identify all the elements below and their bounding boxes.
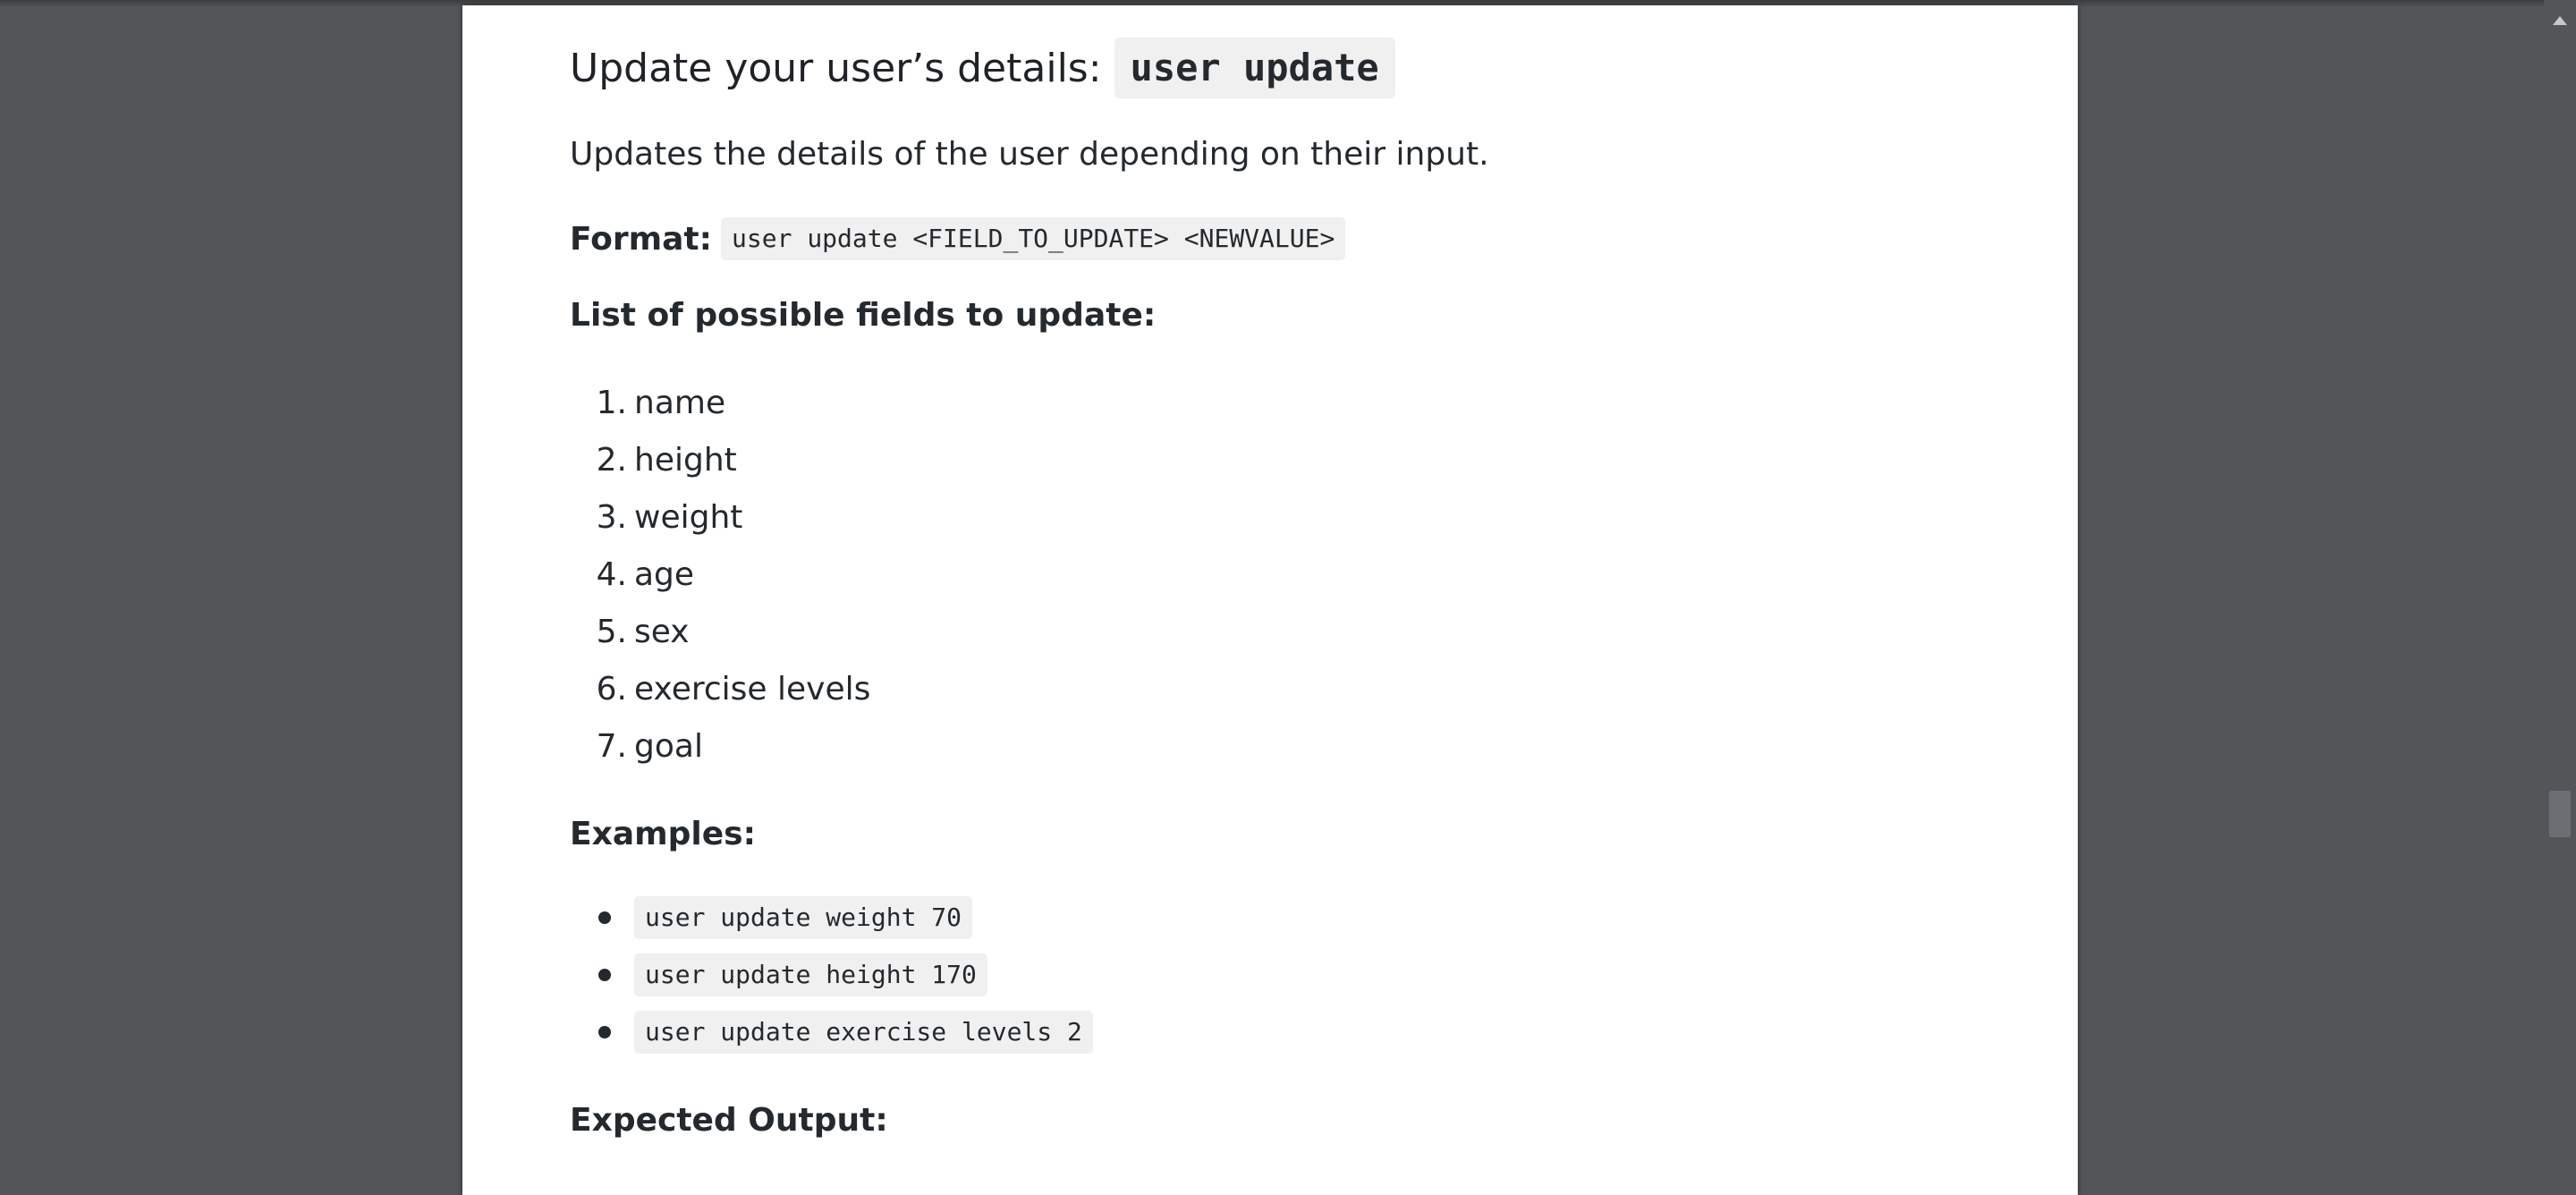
list-item-label: weight (634, 498, 743, 536)
list-item: 1. name (570, 374, 870, 431)
list-item-number: 3. (596, 498, 627, 536)
list-item-label: goal (634, 727, 703, 765)
example-code: user update exercise levels 2 (634, 1011, 1093, 1054)
fields-list-title: List of possible fields to update: (570, 297, 1157, 334)
list-item: 7. goal (570, 717, 870, 775)
vertical-scrollbar[interactable] (2544, 0, 2576, 1182)
list-item: 2. height (570, 431, 870, 488)
examples-title: Examples: (570, 816, 756, 852)
section-description: Updates the details of the user dependin… (570, 136, 1489, 173)
list-item-label: age (634, 555, 695, 593)
list-item-number: 6. (596, 670, 627, 708)
bullet-icon (598, 911, 611, 924)
list-item-number: 2. (596, 441, 627, 479)
example-item: user update weight 70 (570, 889, 1093, 946)
format-code: user update <FIELD_TO_UPDATE> <NEWVALUE> (721, 217, 1346, 260)
document-viewer: Update your user’s details: user update … (0, 0, 2576, 1195)
format-line: Format: user update <FIELD_TO_UPDATE> <N… (570, 216, 1346, 261)
list-item: 3. weight (570, 488, 870, 546)
example-code: user update height 170 (634, 953, 987, 996)
expected-output-title: Expected Output: (570, 1102, 888, 1139)
heading-text: Update your user’s details: (570, 45, 1102, 91)
example-item: user update exercise levels 2 (570, 1004, 1093, 1061)
list-item-label: height (634, 441, 737, 479)
list-item: 4. age (570, 546, 870, 603)
list-item: 5. sex (570, 603, 870, 660)
list-item-number: 1. (596, 384, 627, 421)
chevron-up-icon[interactable] (2553, 16, 2567, 25)
list-item-label: sex (634, 613, 690, 650)
fields-list: 1. name 2. height 3. weight 4. age 5. sex 6. e… (570, 374, 871, 775)
document-page: Update your user’s details: user update … (462, 5, 2078, 1195)
bullet-icon (598, 969, 611, 981)
bullet-icon (598, 1026, 611, 1038)
list-item-label: name (634, 384, 726, 421)
format-label: Format: (570, 220, 713, 258)
example-item: user update height 170 (570, 946, 1093, 1004)
heading-command-code: user update (1114, 38, 1395, 98)
list-item-number: 5. (596, 613, 627, 650)
list-item-number: 7. (596, 727, 627, 765)
scrollbar-thumb[interactable] (2549, 791, 2571, 837)
list-item-number: 4. (596, 555, 627, 593)
examples-list: user update weight 70 user update height… (570, 889, 1093, 1061)
list-item-label: exercise levels (634, 670, 871, 708)
list-item: 6. exercise levels (570, 660, 871, 717)
section-heading: Update your user’s details: user update (570, 36, 1395, 100)
example-code: user update weight 70 (634, 896, 973, 939)
